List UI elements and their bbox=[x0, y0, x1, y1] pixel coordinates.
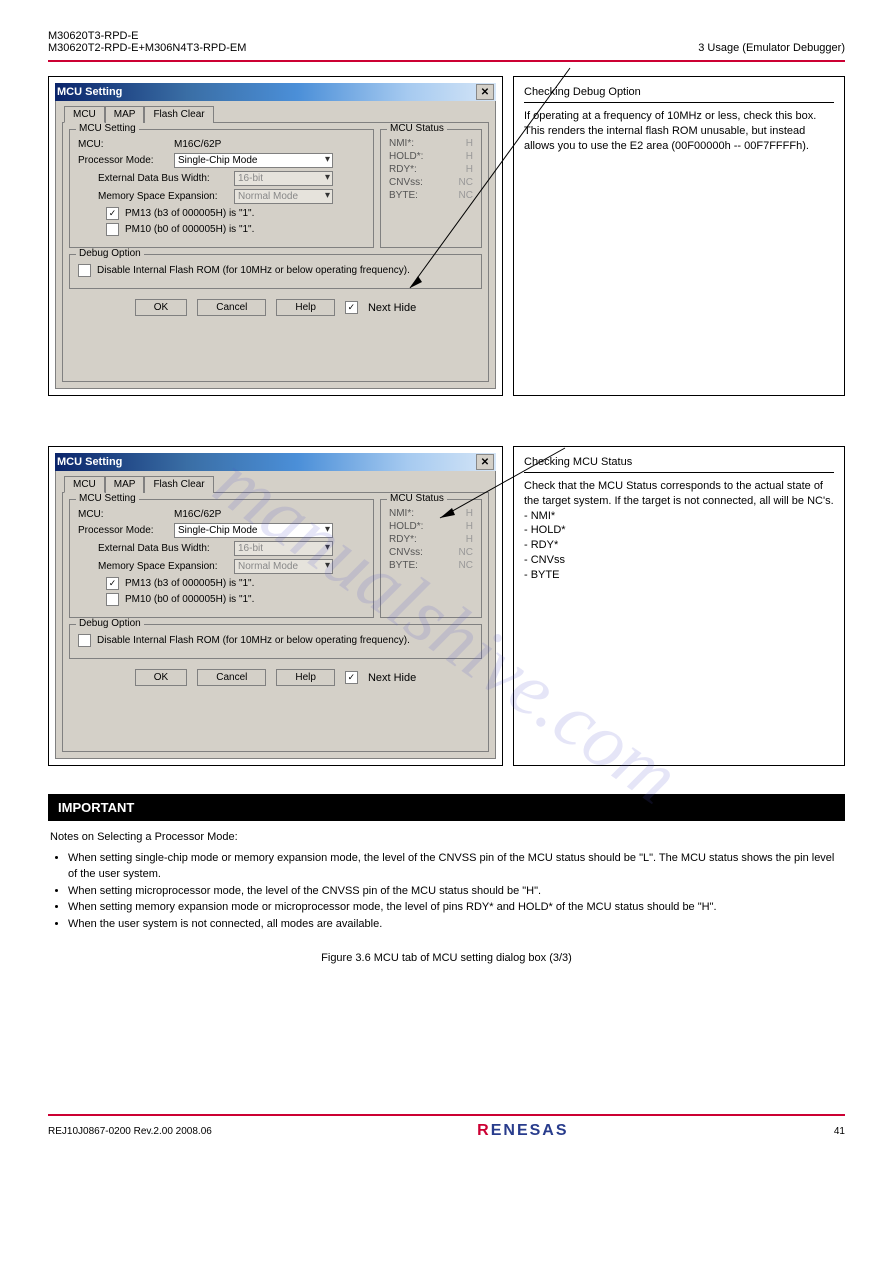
group-title-mcu-status: MCU Status bbox=[387, 123, 447, 134]
tab-flash-clear[interactable]: Flash Clear bbox=[144, 106, 213, 123]
figure-row-2: MCU Setting ✕ MCU MAP Flash Clear MCU Se… bbox=[0, 432, 893, 766]
help-button-2[interactable]: Help bbox=[276, 669, 335, 686]
group-mcu-setting: MCU Setting MCU: M16C/62P Processor Mode… bbox=[69, 129, 374, 248]
processor-mode-label: Processor Mode: bbox=[78, 155, 168, 166]
important-bullet: When setting memory expansion mode or mi… bbox=[68, 899, 843, 916]
ok-button[interactable]: OK bbox=[135, 299, 187, 316]
pm13-checkbox[interactable]: ✓ bbox=[106, 207, 119, 220]
dialog-title: MCU Setting bbox=[57, 86, 122, 98]
group-title-debug-option: Debug Option bbox=[76, 248, 144, 259]
side-title-a: Checking Debug Option bbox=[524, 85, 834, 103]
mcu-dialog-screenshot-2: MCU Setting ✕ MCU MAP Flash Clear MCU Se… bbox=[48, 446, 503, 766]
close-icon-2[interactable]: ✕ bbox=[476, 454, 494, 470]
important-bullet: When setting single-chip mode or memory … bbox=[68, 850, 843, 883]
renesas-logo: RENESAS bbox=[477, 1122, 568, 1140]
side-title-b: Checking MCU Status bbox=[524, 455, 834, 473]
group-title-mcu-setting: MCU Setting bbox=[76, 123, 139, 134]
side-body-a: If operating at a frequency of 10MHz or … bbox=[524, 109, 834, 154]
tab-strip: MCU MAP Flash Clear bbox=[64, 105, 489, 122]
figure-caption: Figure 3.6 MCU tab of MCU setting dialog… bbox=[0, 952, 893, 964]
dialog-title-2: MCU Setting bbox=[57, 456, 122, 468]
important-bullet: When setting microprocessor mode, the le… bbox=[68, 883, 843, 900]
disable-flash-checkbox[interactable] bbox=[78, 264, 91, 277]
status-hold-value: H bbox=[466, 151, 473, 162]
tab-flash-clear-2[interactable]: Flash Clear bbox=[144, 476, 213, 493]
tab-strip-2: MCU MAP Flash Clear bbox=[64, 475, 489, 492]
tab-mcu[interactable]: MCU bbox=[64, 106, 105, 123]
tab-map-2[interactable]: MAP bbox=[105, 476, 145, 493]
ext-bus-select-2: 16-bit bbox=[234, 541, 333, 556]
status-byte-label: BYTE: bbox=[389, 190, 418, 201]
product-line2: M30620T2-RPD-E+M306N4T3-RPD-EM bbox=[48, 42, 698, 54]
cancel-button[interactable]: Cancel bbox=[197, 299, 266, 316]
important-bullet: When the user system is not connected, a… bbox=[68, 916, 843, 933]
pm13-checkbox-2[interactable]: ✓ bbox=[106, 577, 119, 590]
next-hide-checkbox-2[interactable]: ✓ bbox=[345, 671, 358, 684]
mcu-label: MCU: bbox=[78, 139, 168, 150]
status-hold-label: HOLD*: bbox=[389, 151, 423, 162]
side-body-b: Check that the MCU Status corresponds to… bbox=[524, 479, 834, 583]
next-hide-checkbox[interactable]: ✓ bbox=[345, 301, 358, 314]
status-cnvss-label: CNVss: bbox=[389, 177, 423, 188]
processor-mode-select-2[interactable]: Single-Chip Mode bbox=[174, 523, 333, 538]
side-box-mcu-status: Checking MCU Status Check that the MCU S… bbox=[513, 446, 845, 766]
group-debug-option: Debug Option Disable Internal Flash ROM … bbox=[69, 254, 482, 289]
product-line1: M30620T3-RPD-E bbox=[48, 30, 698, 42]
disable-flash-checkbox-2[interactable] bbox=[78, 634, 91, 647]
status-byte-value: NC bbox=[459, 190, 473, 201]
tab-mcu-2[interactable]: MCU bbox=[64, 476, 105, 493]
mem-exp-select-2: Normal Mode bbox=[234, 559, 333, 574]
mcu-value: M16C/62P bbox=[174, 139, 221, 150]
ok-button-2[interactable]: OK bbox=[135, 669, 187, 686]
group-mcu-status-2: MCU Status NMI*:H HOLD*:H RDY*:H CNVss:N… bbox=[380, 499, 482, 618]
group-mcu-status: MCU Status NMI*:H HOLD*:H RDY*:H CNVss:N… bbox=[380, 129, 482, 248]
footer-page: 41 bbox=[834, 1126, 845, 1137]
pm10-checkbox-2[interactable] bbox=[106, 593, 119, 606]
dialog-titlebar: MCU Setting ✕ bbox=[55, 83, 496, 101]
close-icon[interactable]: ✕ bbox=[476, 84, 494, 100]
important-heading: Notes on Selecting a Processor Mode: bbox=[50, 829, 843, 846]
pm10-label: PM10 (b0 of 000005H) is "1". bbox=[125, 224, 254, 235]
status-rdy-label: RDY*: bbox=[389, 164, 417, 175]
page-header: M30620T3-RPD-E M30620T2-RPD-E+M306N4T3-R… bbox=[0, 0, 893, 60]
dialog-titlebar-2: MCU Setting ✕ bbox=[55, 453, 496, 471]
ext-bus-select: 16-bit bbox=[234, 171, 333, 186]
help-button[interactable]: Help bbox=[276, 299, 335, 316]
next-hide-label: Next Hide bbox=[368, 302, 416, 314]
group-debug-option-2: Debug Option Disable Internal Flash ROM … bbox=[69, 624, 482, 659]
cancel-button-2[interactable]: Cancel bbox=[197, 669, 266, 686]
tab-map[interactable]: MAP bbox=[105, 106, 145, 123]
side-box-debug-option: Checking Debug Option If operating at a … bbox=[513, 76, 845, 396]
status-rdy-value: H bbox=[466, 164, 473, 175]
page-footer: REJ10J0867-0200 Rev.2.00 2008.06 RENESAS… bbox=[0, 1114, 893, 1144]
important-block: IMPORTANT Notes on Selecting a Processor… bbox=[48, 794, 845, 932]
mem-exp-label: Memory Space Expansion: bbox=[98, 191, 228, 202]
status-nmi-value: H bbox=[466, 138, 473, 149]
footer-rev: REJ10J0867-0200 Rev.2.00 2008.06 bbox=[48, 1126, 212, 1137]
mcu-dialog-screenshot-1: MCU Setting ✕ MCU MAP Flash Clear MCU Se… bbox=[48, 76, 503, 396]
pm13-label: PM13 (b3 of 000005H) is "1". bbox=[125, 208, 254, 219]
disable-flash-label: Disable Internal Flash ROM (for 10MHz or… bbox=[97, 265, 410, 276]
mem-exp-select: Normal Mode bbox=[234, 189, 333, 204]
figure-row-1: MCU Setting ✕ MCU MAP Flash Clear MCU Se… bbox=[0, 62, 893, 396]
status-nmi-label: NMI*: bbox=[389, 138, 414, 149]
chapter-title: 3 Usage (Emulator Debugger) bbox=[698, 42, 845, 54]
processor-mode-select[interactable]: Single-Chip Mode bbox=[174, 153, 333, 168]
group-mcu-setting-2: MCU Setting MCU:M16C/62P Processor Mode:… bbox=[69, 499, 374, 618]
important-bar: IMPORTANT bbox=[48, 794, 845, 821]
ext-bus-label: External Data Bus Width: bbox=[98, 173, 228, 184]
pm10-checkbox[interactable] bbox=[106, 223, 119, 236]
status-cnvss-value: NC bbox=[459, 177, 473, 188]
